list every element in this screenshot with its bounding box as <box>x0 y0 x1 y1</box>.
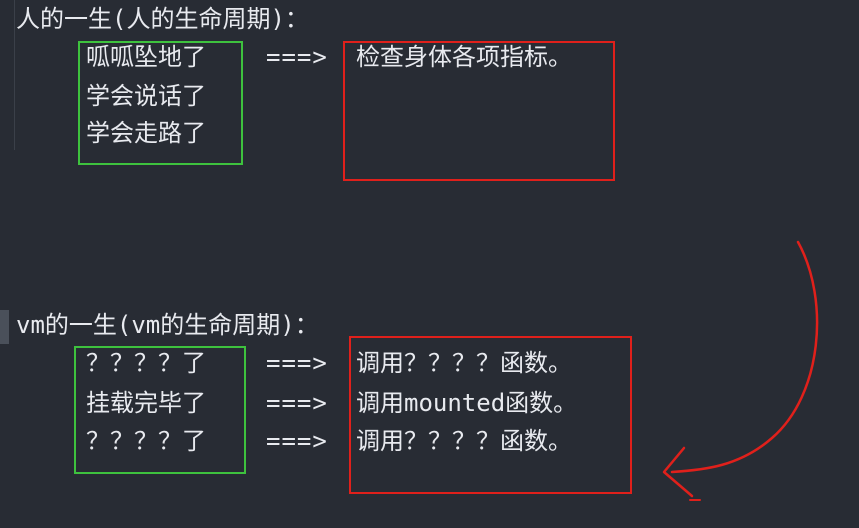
code-editor: 人的一生(人的生命周期)： 呱呱坠地了 ===> 检查身体各项指标。 学会说话了… <box>0 0 859 528</box>
annotation-arrow-icon <box>662 240 819 501</box>
